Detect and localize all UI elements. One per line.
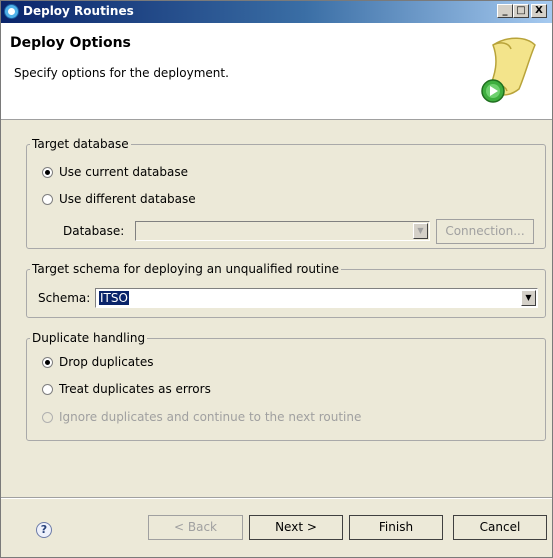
page-description: Specify options for the deployment. [14, 66, 229, 80]
window-title: Deploy Routines [23, 4, 134, 18]
treat-duplicates-errors-radio[interactable]: Treat duplicates as errors [42, 382, 211, 396]
duplicate-handling-legend: Duplicate handling [32, 331, 146, 345]
schema-label: Schema: [38, 291, 91, 305]
schema-combo[interactable]: ITSO ▼ [95, 288, 538, 308]
target-database-legend: Target database [32, 137, 129, 151]
schema-value[interactable]: ITSO [99, 291, 129, 305]
help-icon[interactable]: ? [36, 522, 52, 538]
treat-duplicates-errors-label: Treat duplicates as errors [59, 382, 211, 396]
use-current-database-radio[interactable]: Use current database [42, 165, 188, 179]
footer-separator [1, 497, 552, 499]
deploy-scroll-icon [481, 37, 536, 103]
cancel-button[interactable]: Cancel [453, 515, 547, 540]
next-button[interactable]: Next > [249, 515, 343, 540]
chevron-down-icon: ▼ [413, 223, 428, 239]
finish-button[interactable]: Finish [349, 515, 443, 540]
wizard-header: Deploy Options Specify options for the d… [1, 23, 552, 120]
use-different-database-label: Use different database [59, 192, 196, 206]
connection-button[interactable]: Connection... [436, 219, 534, 244]
maximize-button[interactable]: □ [513, 4, 529, 18]
use-current-database-label: Use current database [59, 165, 188, 179]
target-schema-legend: Target schema for deploying an unqualifi… [32, 262, 339, 276]
database-label: Database: [63, 224, 125, 238]
app-icon [4, 4, 19, 19]
back-button[interactable]: < Back [148, 515, 243, 540]
ignore-duplicates-label: Ignore duplicates and continue to the ne… [59, 410, 362, 424]
drop-duplicates-label: Drop duplicates [59, 355, 154, 369]
use-different-database-radio[interactable]: Use different database [42, 192, 196, 206]
chevron-down-icon[interactable]: ▼ [521, 290, 536, 306]
ignore-duplicates-radio: Ignore duplicates and continue to the ne… [42, 410, 361, 424]
close-button[interactable]: X [531, 4, 547, 18]
deploy-routines-dialog: Deploy Routines _ □ X Deploy Options Spe… [0, 0, 553, 558]
radio-selected-icon [42, 356, 53, 368]
database-combo[interactable]: ▼ [135, 221, 430, 241]
page-title: Deploy Options [10, 35, 131, 51]
radio-disabled-icon [42, 411, 53, 423]
drop-duplicates-radio[interactable]: Drop duplicates [42, 355, 153, 369]
radio-selected-icon [42, 166, 53, 178]
radio-unselected-icon [42, 193, 53, 205]
radio-unselected-icon [42, 383, 53, 395]
title-bar[interactable]: Deploy Routines _ □ X [1, 1, 552, 23]
minimize-button[interactable]: _ [497, 4, 513, 18]
